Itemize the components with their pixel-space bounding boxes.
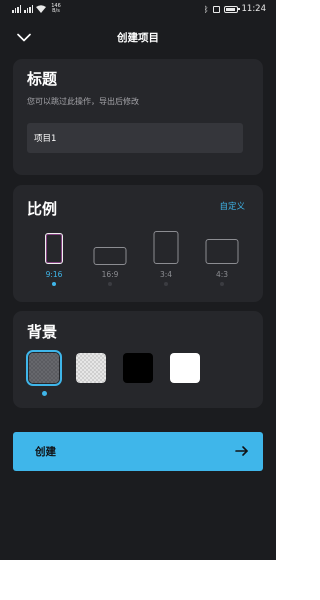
ratio-16-9-preview bbox=[93, 247, 127, 265]
ratio-card: 比例 自定义 9:16 16:9 3:4 4:3 bbox=[13, 185, 263, 302]
ratio-option-4-3[interactable]: 4:3 bbox=[199, 229, 245, 293]
header: 创建项目 bbox=[0, 24, 276, 50]
title-section-heading: 标题 bbox=[27, 70, 58, 88]
wifi-icon bbox=[36, 5, 46, 13]
status-right-group: ᛒ 11:24 bbox=[204, 4, 266, 14]
background-swatch-black[interactable] bbox=[123, 353, 153, 383]
title-card: 标题 您可以跳过此操作，导出后修改 bbox=[13, 59, 263, 175]
ratio-indicator-dot bbox=[108, 282, 112, 286]
ratio-3-4-preview bbox=[153, 231, 179, 264]
ratio-9-16-preview bbox=[45, 233, 63, 264]
project-name-input[interactable] bbox=[27, 123, 243, 153]
background-swatch-transparent-dark[interactable] bbox=[26, 350, 62, 386]
ratio-indicator-dot bbox=[164, 282, 168, 286]
network-speed-unit: B/s bbox=[52, 8, 60, 14]
ratio-4-3-preview bbox=[205, 239, 239, 264]
background-card: 背景 bbox=[13, 311, 263, 408]
custom-ratio-link[interactable]: 自定义 bbox=[219, 200, 245, 212]
bluetooth-icon: ᛒ bbox=[203, 4, 209, 14]
ratio-option-3-4[interactable]: 3:4 bbox=[143, 229, 189, 293]
ratio-option-9-16[interactable]: 9:16 bbox=[31, 229, 77, 293]
bottom-blank-area bbox=[0, 560, 276, 600]
status-left-group: 146 B/s bbox=[12, 4, 63, 14]
page-title: 创建项目 bbox=[117, 32, 159, 44]
signal-icon bbox=[12, 5, 21, 13]
create-button[interactable]: 创建 bbox=[13, 432, 263, 471]
ratio-section-heading: 比例 bbox=[27, 200, 58, 218]
ratio-option-label: 4:3 bbox=[215, 270, 229, 279]
signal-icon bbox=[24, 5, 33, 13]
create-project-screen: 146 B/s ᛒ 11:24 创建项目 标题 您可以跳过此操作，导出后修改 比… bbox=[0, 0, 276, 560]
background-selected-indicator bbox=[41, 391, 47, 396]
ratio-selected-indicator bbox=[52, 282, 56, 286]
status-bar: 146 B/s ᛒ 11:24 bbox=[0, 0, 276, 20]
background-swatch-white[interactable] bbox=[170, 353, 200, 383]
background-section-heading: 背景 bbox=[27, 323, 58, 341]
ratio-option-label: 9:16 bbox=[45, 270, 63, 279]
battery-icon bbox=[223, 5, 240, 13]
title-section-hint: 您可以跳过此操作，导出后修改 bbox=[27, 97, 139, 106]
arrow-right-icon bbox=[235, 446, 248, 456]
background-swatch-transparent-light[interactable] bbox=[76, 353, 106, 383]
status-time: 11:24 bbox=[241, 4, 267, 14]
vibrate-icon bbox=[212, 5, 220, 13]
ratio-option-16-9[interactable]: 16:9 bbox=[87, 229, 133, 293]
create-button-label: 创建 bbox=[35, 446, 56, 458]
ratio-option-label: 16:9 bbox=[101, 270, 119, 279]
ratio-option-label: 3:4 bbox=[159, 270, 173, 279]
ratio-indicator-dot bbox=[220, 282, 224, 286]
network-speed: 146 B/s bbox=[49, 4, 63, 14]
